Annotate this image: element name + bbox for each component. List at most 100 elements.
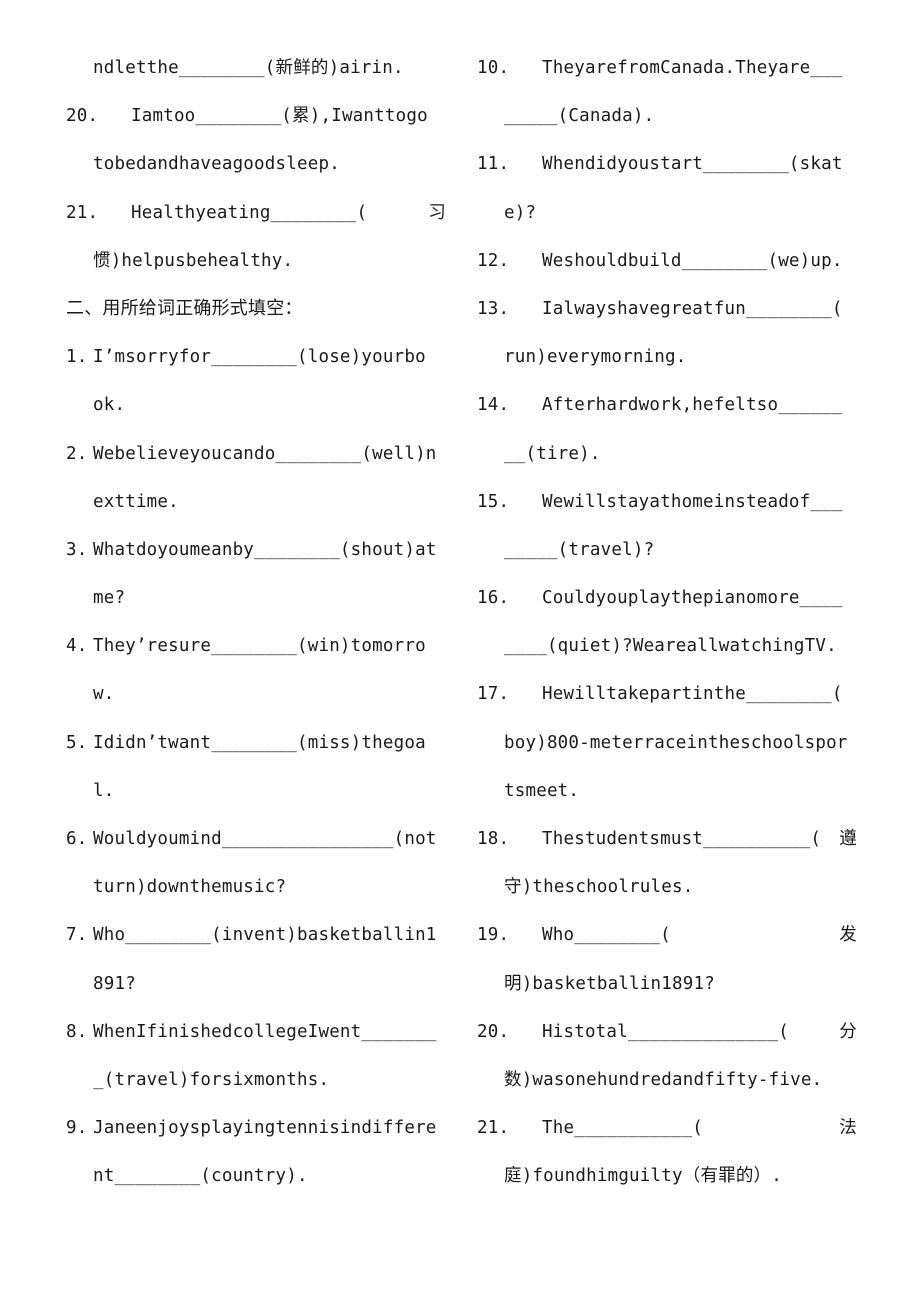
exercise-number: 16. — [477, 588, 510, 609]
exercise-text: Thestudentsmust__________( — [542, 829, 822, 849]
exercise-text: Ididn’twant________(miss)thegoa — [93, 732, 426, 753]
exercise-text: Wouldyoumind________________(not — [93, 829, 437, 849]
exercise-item-body: 16. Couldyouplaythepianomore____ — [477, 588, 843, 608]
exercise-item-body: 4. They’resure________(win)tomorro — [66, 636, 426, 656]
exercise-number: 6. — [66, 829, 88, 849]
exercise-text: Afterhardwork,hefeltso______ — [542, 395, 843, 416]
exercise-item-body: 12. Weshouldbuild________(we)up. — [477, 251, 843, 271]
exercise-text: I’msorryfor________(lose)yourbo — [93, 347, 426, 368]
exercise-continuation-line: turn)downthemusic? — [93, 877, 287, 898]
exercise-item-body: 6. Wouldyoumind________________(not — [66, 829, 437, 849]
exercise-text: Ialwayshavegreatfun________( — [542, 298, 843, 319]
exercise-continuation-line: l. — [93, 780, 115, 801]
exercise-item-body: 7. Who________(invent)basketballin1 — [66, 925, 437, 945]
exercise-continuation-line: e)? — [504, 202, 537, 223]
exercise-item-body: 17. Hewilltakepartinthe________( — [477, 684, 843, 704]
exercise-number: 2. — [66, 443, 88, 464]
exercise-text: Histotal______________( — [542, 1021, 789, 1042]
exercise-item-body: 9. Janeenjoysplayingtennisindiffere — [66, 1118, 437, 1138]
exercise-number: 14. — [477, 395, 510, 416]
exercise-continuation-line: 庭)foundhimguilty（有罪的）. — [504, 1166, 782, 1187]
exercise-continuation-line: ok. — [93, 395, 126, 416]
exercise-item: 15. Wewillstayathomeinsteadof___ — [477, 478, 857, 526]
worksheet-page: ndletthe________(新鲜的)airin. 20. Iamtoo____… — [0, 0, 920, 1302]
exercise-item: 10. TheyarefromCanada.Theyare___ — [477, 44, 857, 92]
exercise-text: Hewilltakepartinthe________( — [542, 684, 843, 705]
exercise-item-body: 19. Who________( — [477, 911, 671, 959]
exercise-hint-wrap: 分 — [839, 1021, 857, 1042]
exercise-hint-wrap: 法 — [839, 1118, 857, 1139]
exercise-text: Whendidyoustart________(skat — [542, 154, 843, 175]
exercise-number: 17. — [477, 684, 510, 705]
exercise-number: 7. — [66, 925, 88, 946]
exercise-item-body: 21. The___________( — [477, 1104, 703, 1152]
exercise-item-body: 18. Thestudentsmust__________( — [477, 815, 821, 863]
exercise-item-body: 8. WhenIfinishedcollegeIwent_______ — [66, 1022, 437, 1042]
exercise-item: 13. Ialwayshavegreatfun________( — [477, 285, 857, 333]
exercise-item: 5. Ididn’twant________(miss)thegoa — [66, 719, 446, 767]
exercise-item: 18. Thestudentsmust__________( 遵 — [477, 815, 857, 863]
exercise-item: 9. Janeenjoysplayingtennisindiffere — [66, 1104, 446, 1152]
left-column: ndletthe________(新鲜的)airin. 20. Iamtoo____… — [66, 44, 446, 1201]
exercise-continuation-line: 明)basketballin1891? — [504, 973, 715, 994]
exercise-text: Janeenjoysplayingtennisindiffere — [93, 1118, 437, 1139]
exercise-item: 7. Who________(invent)basketballin1 — [66, 911, 446, 959]
exercise-text: WhenIfinishedcollegeIwent_______ — [93, 1021, 437, 1042]
exercise-item-body: 1. I’msorryfor________(lose)yourbo — [66, 347, 426, 367]
exercise-continuation-line: ndletthe________(新鲜的)airin. — [93, 58, 404, 78]
exercise-item-body: 15. Wewillstayathomeinsteadof___ — [477, 492, 843, 512]
exercise-number: 20. — [477, 1021, 510, 1042]
exercise-number: 15. — [477, 491, 510, 512]
exercise-number: 19. — [477, 925, 510, 946]
exercise-text: Who________(invent)basketballin1 — [93, 925, 437, 946]
exercise-continuation-line: boy)800-meterraceintheschoolspor — [504, 732, 848, 753]
exercise-number: 5. — [66, 732, 88, 753]
exercise-number: 21. — [66, 202, 99, 223]
exercise-item: 14. Afterhardwork,hefeltso______ — [477, 381, 857, 429]
exercise-number: 3. — [66, 539, 88, 560]
exercise-item: 6. Wouldyoumind________________(not — [66, 815, 446, 863]
exercise-item: 19. Who________(发 — [477, 911, 857, 959]
exercise-item-body: 20. Histotal______________( — [477, 1008, 789, 1056]
exercise-number: 13. — [477, 298, 510, 319]
exercise-item-body: 21. Healthyeating________( — [66, 189, 367, 237]
exercise-continuation-line: me? — [93, 588, 126, 609]
exercise-item-body: 5. Ididn’twant________(miss)thegoa — [66, 733, 426, 753]
exercise-number: 1. — [66, 347, 88, 368]
exercise-item: 17. Hewilltakepartinthe________( — [477, 670, 857, 718]
exercise-number: 20. — [66, 106, 99, 127]
exercise-number: 12. — [477, 250, 510, 271]
exercise-continuation-line: 数)wasonehundredandfifty-five. — [504, 1069, 823, 1090]
exercise-item-body: 13. Ialwayshavegreatfun________( — [477, 299, 843, 319]
exercise-item: 21. Healthyeating________(习 — [66, 189, 446, 237]
exercise-text: They’resure________(win)tomorro — [93, 636, 426, 657]
exercise-text: Healthyeating________( — [131, 202, 368, 223]
exercise-continuation-line: 守)theschoolrules. — [504, 877, 694, 898]
exercise-text: Couldyouplaythepianomore____ — [542, 588, 843, 609]
exercise-text: Webelieveyoucando________(well)n — [93, 443, 437, 464]
exercise-continuation-line: __(tire). — [504, 443, 601, 464]
exercise-continuation-line: tobedandhaveagoodsleep. — [93, 154, 340, 175]
exercise-item: 20. Histotal______________( 分 — [477, 1008, 857, 1056]
exercise-text: Weshouldbuild________(we)up. — [542, 250, 843, 271]
exercise-number: 4. — [66, 636, 88, 657]
exercise-item: 1. I’msorryfor________(lose)yourbo — [66, 333, 446, 381]
exercise-continuation-line: 惯)helpusbehealthy. — [93, 250, 294, 271]
exercise-item-body: 14. Afterhardwork,hefeltso______ — [477, 395, 843, 415]
exercise-number: 21. — [477, 1118, 510, 1139]
exercise-number: 9. — [66, 1118, 88, 1139]
exercise-continuation-line: run)everymorning. — [504, 347, 687, 368]
right-column: 10. TheyarefromCanada.Theyare___ _____(Can… — [477, 44, 857, 1201]
exercise-item: 16. Couldyouplaythepianomore____ — [477, 574, 857, 622]
exercise-text: Whatdoyoumeanby________(shout)at — [93, 539, 437, 560]
exercise-text: Wewillstayathomeinsteadof___ — [542, 491, 843, 512]
exercise-item-body: 2. Webelieveyoucando________(well)n — [66, 444, 437, 464]
exercise-item: 4. They’resure________(win)tomorro — [66, 622, 446, 670]
exercise-number: 8. — [66, 1021, 88, 1042]
exercise-text: Iamtoo________(累),Iwanttogo — [131, 106, 428, 127]
exercise-continuation-line: exttime. — [93, 491, 179, 512]
exercise-text: TheyarefromCanada.Theyare___ — [542, 58, 843, 78]
exercise-continuation-line: _____(Canada). — [504, 106, 655, 127]
exercise-item: 11. Whendidyoustart________(skat — [477, 140, 857, 188]
exercise-hint-wrap: 遵 — [839, 829, 857, 849]
